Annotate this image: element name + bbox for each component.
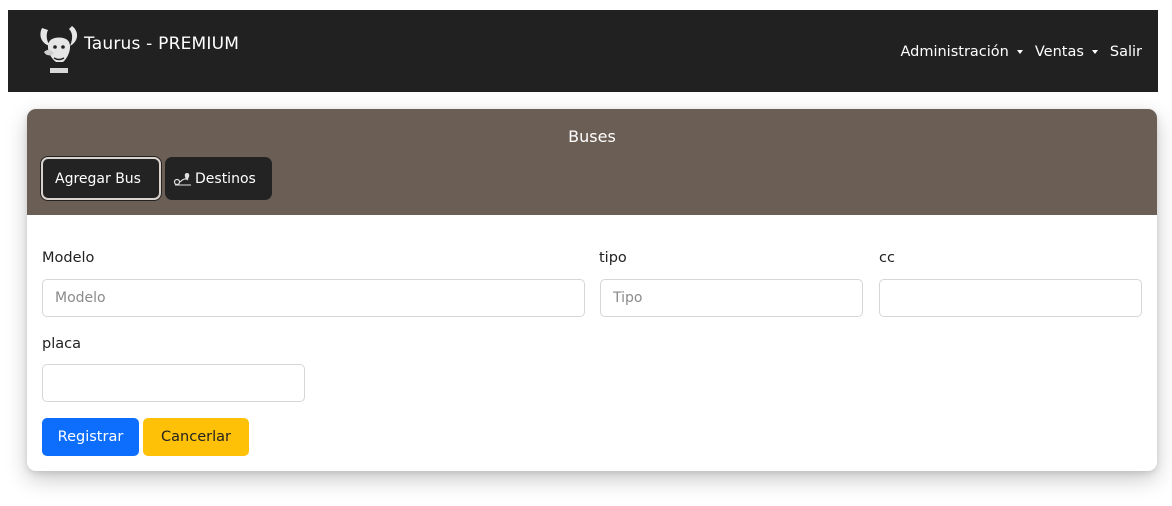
nav-label-salir: Salir [1109, 44, 1142, 60]
card-title: Buses [568, 127, 616, 146]
destinations-button[interactable]: Destinos [165, 157, 272, 200]
destinations-label: Destinos [195, 170, 256, 187]
modelo-label: Modelo [42, 250, 95, 266]
cc-label: cc [879, 250, 895, 266]
placa-label: placa [42, 336, 81, 352]
top-navbar: Taurus - PREMIUM Administración Ventas S… [8, 10, 1158, 92]
nav-item-administracion[interactable]: Administración [900, 44, 1023, 60]
add-bus-button[interactable]: Agregar Bus [41, 157, 161, 200]
cc-input[interactable] [879, 279, 1142, 317]
modelo-input[interactable] [42, 279, 585, 317]
chevron-down-icon [1016, 50, 1023, 54]
tipo-input[interactable] [600, 279, 863, 317]
register-button[interactable]: Registrar [42, 418, 139, 456]
nav-item-ventas[interactable]: Ventas [1035, 44, 1098, 60]
brand-title: Taurus - PREMIUM [84, 34, 240, 54]
bull-logo-icon [36, 22, 82, 80]
cancel-button[interactable]: Cancerlar [143, 418, 249, 456]
placa-input[interactable] [42, 364, 305, 402]
brand[interactable]: Taurus - PREMIUM [36, 8, 239, 80]
nav-menu: Administración Ventas Salir [900, 44, 1142, 60]
nav-label-ventas: Ventas [1034, 44, 1084, 60]
nav-label-administracion: Administración [900, 44, 1009, 60]
nav-item-salir[interactable]: Salir [1110, 44, 1142, 60]
chevron-down-icon [1091, 50, 1098, 54]
card-header: Buses Agregar Bus Destinos [27, 109, 1157, 215]
tipo-label: tipo [599, 250, 627, 266]
route-icon [173, 171, 193, 187]
bus-form-card: Buses Agregar Bus Destinos Modelo tipo c… [27, 109, 1157, 471]
